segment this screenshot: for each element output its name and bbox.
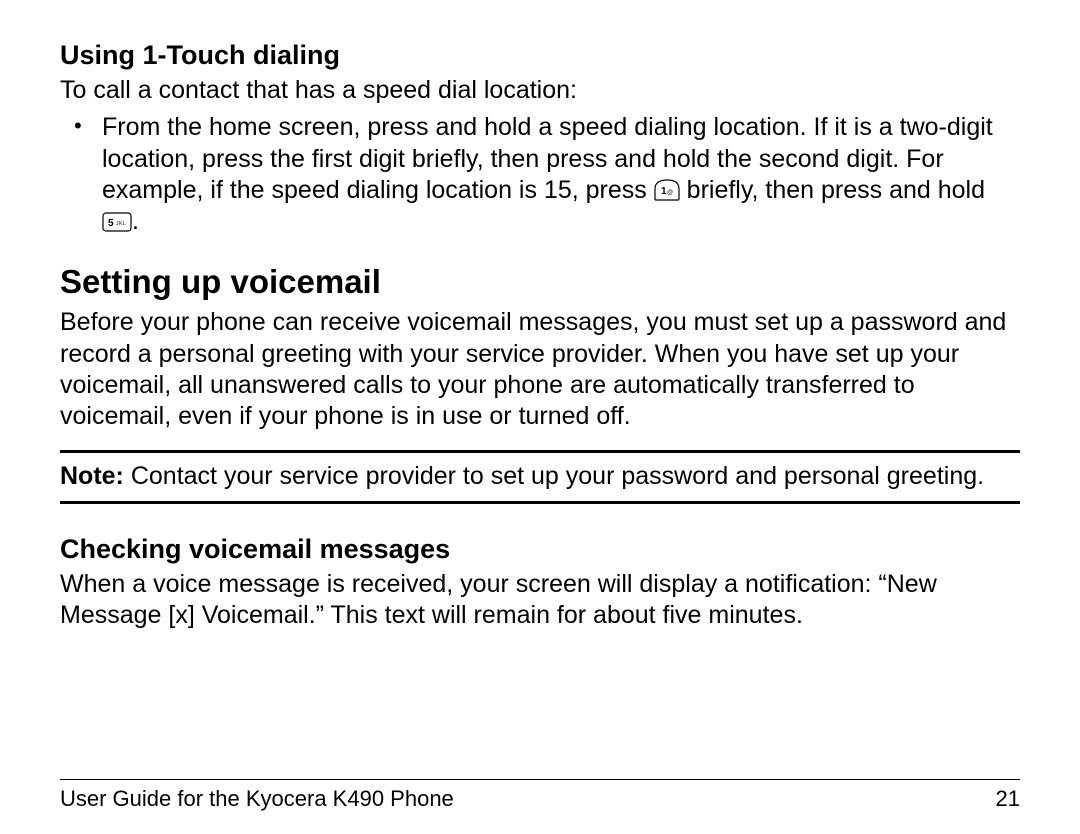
footer-left: User Guide for the Kyocera K490 Phone (60, 786, 454, 812)
checking-para: When a voice message is received, your s… (60, 569, 1020, 632)
list-item: From the home screen, press and hold a s… (102, 112, 1020, 237)
document-page: Using 1-Touch dialing To call a contact … (0, 0, 1080, 834)
bullet-text-part3: . (132, 207, 139, 235)
intro-text: To call a contact that has a speed dial … (60, 75, 1020, 106)
key-1-icon: 1@ (654, 179, 680, 201)
bullet-text-part2: briefly, then press and hold (680, 176, 985, 204)
subheading-1touch: Using 1-Touch dialing (60, 40, 1020, 71)
note-block: Note: Contact your service provider to s… (60, 450, 1020, 503)
page-footer: User Guide for the Kyocera K490 Phone 21 (60, 779, 1020, 812)
key-5-icon: 5JKL (102, 212, 132, 232)
bullet-list: From the home screen, press and hold a s… (60, 112, 1020, 237)
svg-text:5: 5 (108, 218, 114, 229)
footer-page-number: 21 (996, 786, 1020, 812)
subheading-checking: Checking voicemail messages (60, 534, 1020, 565)
svg-text:JKL: JKL (116, 221, 126, 227)
heading-voicemail: Setting up voicemail (60, 263, 1020, 301)
note-body: Contact your service provider to set up … (124, 462, 984, 490)
svg-text:@: @ (667, 190, 673, 196)
voicemail-para: Before your phone can receive voicemail … (60, 307, 1020, 432)
note-label: Note: (60, 462, 124, 490)
note-text: Note: Contact your service provider to s… (60, 461, 1020, 492)
